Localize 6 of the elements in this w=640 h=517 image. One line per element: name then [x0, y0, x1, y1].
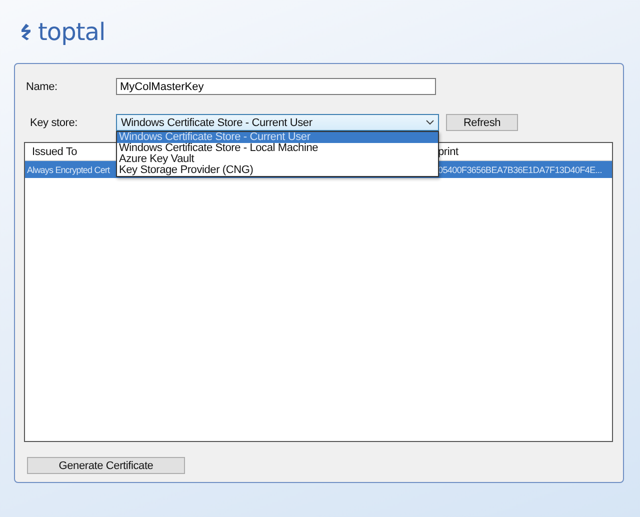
name-label: Name: [25, 80, 58, 92]
brand-name: toptal [38, 18, 106, 46]
key-store-label: Key store: [29, 116, 79, 128]
key-store-value: Windows Certificate Store - Current User [121, 116, 312, 128]
table-cell: 05400F3656BEA7B36E1DA7F13D40F4E... [438, 164, 602, 174]
table-cell-text: Always Encrypted Cert [26, 164, 110, 174]
